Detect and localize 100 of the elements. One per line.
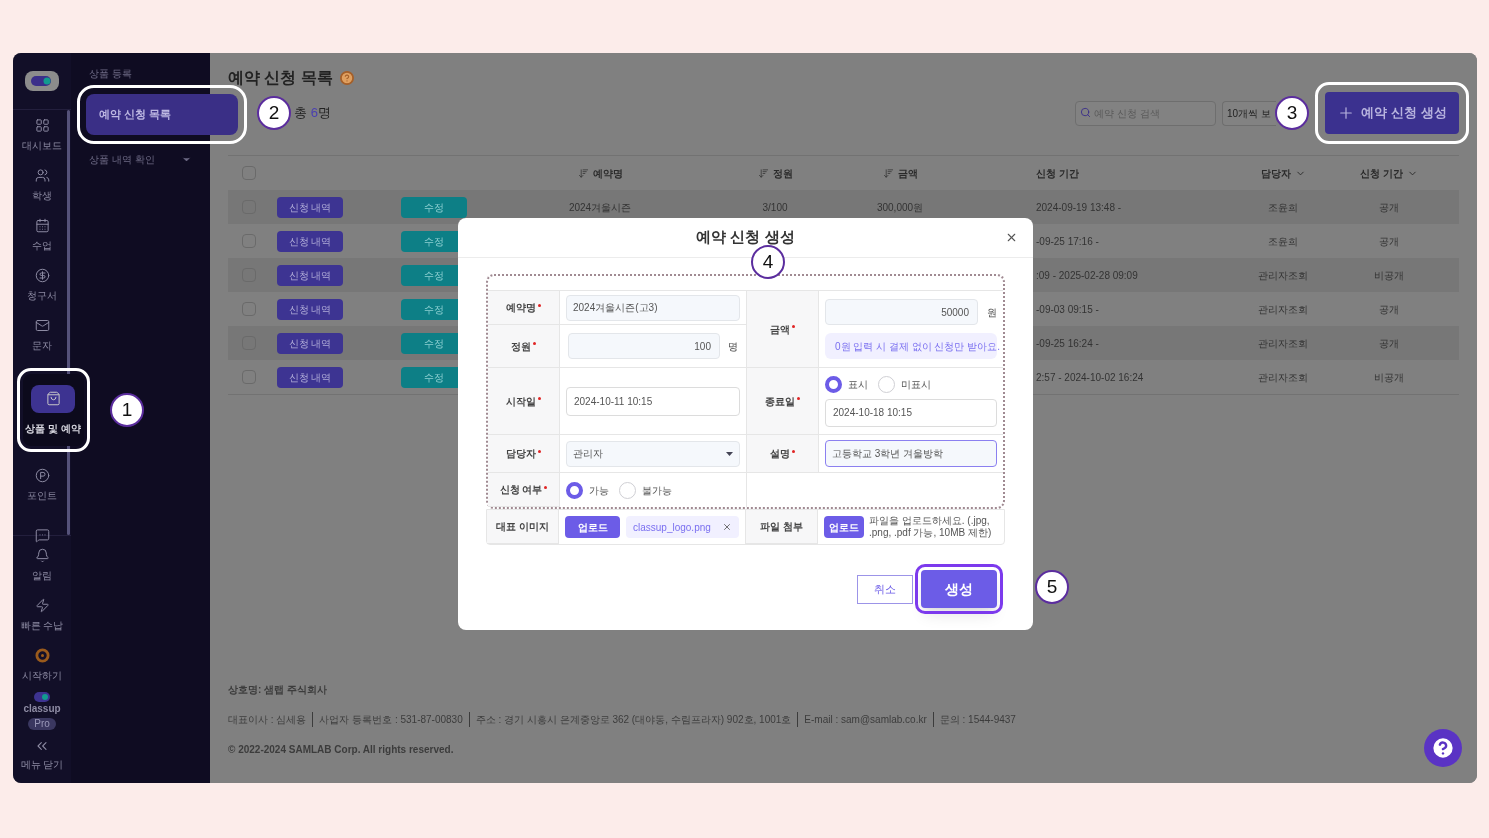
capacity-field[interactable]: 100 [568, 333, 720, 359]
company-info: 대표이사 : 심세용 [228, 713, 308, 727]
page-title: 예약 신청 목록 [228, 68, 333, 88]
grid-icon [34, 117, 50, 133]
upload-button[interactable]: 업로드 [565, 516, 620, 538]
create-button[interactable]: 예약 신청 생성 [1325, 92, 1459, 134]
point-icon [34, 467, 50, 483]
table-cell: 공개 [1379, 337, 1399, 349]
radio-option[interactable]: 가능 [566, 481, 609, 499]
info-text: 0원 입력 시 결제 없이 신청만 받아요. [835, 339, 1000, 354]
upload-hint: 파일을 업로드하세요. (.jpg, .png, .pdf 가능, 10MB 제한) [869, 515, 993, 539]
file-name: classup_logo.png [633, 520, 711, 535]
help-icon [1430, 735, 1456, 761]
help-icon [339, 71, 354, 85]
table-cell: :09 - 2025-02-28 09:09 [1036, 269, 1138, 281]
company-name: 상호명: 샘랩 주식회사 [228, 683, 327, 697]
name-field[interactable]: 2024겨울시즌(고3) [566, 294, 740, 321]
edit-button[interactable]: 수정 [401, 196, 467, 218]
company-info: E-mail : sam@samlab.co.kr [797, 712, 933, 727]
radio-option[interactable]: 미표시 [878, 375, 931, 393]
table-cell: 2024겨울시즌 [568, 201, 632, 213]
mail-icon [34, 317, 50, 333]
table-cell: 관리자조회 [1258, 269, 1308, 281]
field-label: 신청 여부 [499, 483, 543, 497]
bag-icon [45, 391, 61, 406]
copyright: © 2022-2024 SAMLAB Corp. All rights reserved. [228, 743, 454, 757]
end-date-field[interactable]: 2024-10-18 10:15 [825, 398, 997, 427]
nav-item[interactable]: 대시보드 [17, 110, 67, 160]
users-icon [34, 167, 50, 183]
nav-item[interactable]: 알림 [14, 540, 70, 590]
column-header[interactable]: 금액 [850, 165, 950, 181]
details-button[interactable]: 신청 내역 [277, 230, 343, 252]
column-header[interactable]: 신청 기간 [1036, 165, 1230, 181]
plan-badge: Pro [28, 718, 56, 730]
collapse-menu-button[interactable]: 메뉴 닫기 [20, 738, 64, 772]
modal-title: 예약 신청 생성 [696, 227, 795, 248]
cancel-button[interactable]: 취소 [857, 574, 913, 604]
close-button[interactable] [1005, 231, 1018, 244]
table-cell: 관리자조회 [1258, 337, 1308, 349]
field-label: 금액 [770, 322, 790, 337]
submenu-section-title: 상품 등록 [89, 67, 133, 81]
details-button[interactable]: 신청 내역 [277, 264, 343, 286]
table-cell: 조윤희 [1268, 201, 1298, 213]
column-header[interactable]: 예약명 [500, 165, 700, 181]
nav-item[interactable]: 수업 [17, 210, 67, 260]
table-cell: 조윤희 [1268, 235, 1298, 247]
table-cell: 공개 [1379, 303, 1399, 315]
submenu-item[interactable]: 상품 내역 확인 [89, 147, 192, 171]
field-label: 예약명 [506, 301, 536, 315]
table-cell: 비공개 [1374, 269, 1404, 281]
sort-icon [577, 167, 589, 179]
company-info: 사업자 등록번호 : 531-87-00830 [312, 712, 469, 727]
radio-option[interactable]: 표시 [825, 375, 868, 393]
field-label: 파일 첨부 [760, 520, 803, 534]
page-size-select[interactable]: 10개씩 보 [1222, 100, 1276, 126]
table-cell: 공개 [1379, 201, 1399, 213]
table-cell: 3/100 [762, 201, 788, 213]
sort-icon [757, 167, 769, 179]
column-header[interactable]: 신청 기간 [1336, 165, 1442, 181]
search-icon [1080, 107, 1091, 118]
details-button[interactable]: 신청 내역 [277, 366, 343, 388]
table-cell: 관리자조회 [1258, 303, 1308, 315]
nav-item[interactable]: 학생 [17, 160, 67, 210]
nav-item[interactable]: 문자 [17, 310, 67, 360]
nav-item[interactable]: 시작하기 [14, 640, 70, 690]
nav-item[interactable]: 포인트 [17, 460, 67, 510]
unit-label: 원 [987, 305, 997, 320]
manager-select[interactable]: 관리자 [566, 440, 740, 467]
nav-item[interactable]: 빠른 수납 [14, 590, 70, 640]
description-field[interactable]: 고등학교 3학년 겨울방학 [825, 440, 997, 467]
brand-name: classup [23, 704, 61, 714]
nav-item[interactable]: 청구서 [17, 260, 67, 310]
details-button[interactable]: 신청 내역 [277, 332, 343, 354]
table-cell: 공개 [1379, 235, 1399, 247]
upload-button[interactable]: 업로드 [824, 516, 864, 538]
field-label: 정원 [511, 339, 531, 354]
currency-icon [34, 267, 50, 283]
lightning-icon [34, 597, 50, 613]
remove-file-button[interactable] [722, 522, 732, 532]
column-header[interactable]: 담당자 [1230, 165, 1336, 181]
caret-icon [726, 451, 733, 456]
start-date-field[interactable]: 2024-10-11 10:15 [566, 386, 740, 416]
table-cell: 관리자조회 [1258, 371, 1308, 383]
ring-icon [34, 647, 50, 663]
table-cell: -09-03 09:15 - [1036, 303, 1099, 315]
chat-icon [34, 527, 50, 543]
table-cell: 2024-09-19 13:48 - [1036, 201, 1122, 213]
field-label: 종료일 [765, 394, 795, 409]
table-cell: -09-25 17:16 - [1036, 235, 1099, 247]
logo-icon [34, 692, 50, 702]
table-cell: 비공개 [1374, 371, 1404, 383]
table-cell: 300,000원 [876, 201, 924, 213]
unit-label: 명 [728, 339, 738, 354]
table-cell: -09-25 16:24 - [1036, 337, 1099, 349]
column-header[interactable]: 정원 [700, 165, 850, 181]
details-button[interactable]: 신청 내역 [277, 298, 343, 320]
details-button[interactable]: 신청 내역 [277, 196, 343, 218]
radio-option[interactable]: 불가능 [619, 481, 672, 499]
price-field[interactable]: 50000 [825, 299, 978, 325]
table-cell: 2:57 - 2024-10-02 16:24 [1036, 371, 1144, 383]
